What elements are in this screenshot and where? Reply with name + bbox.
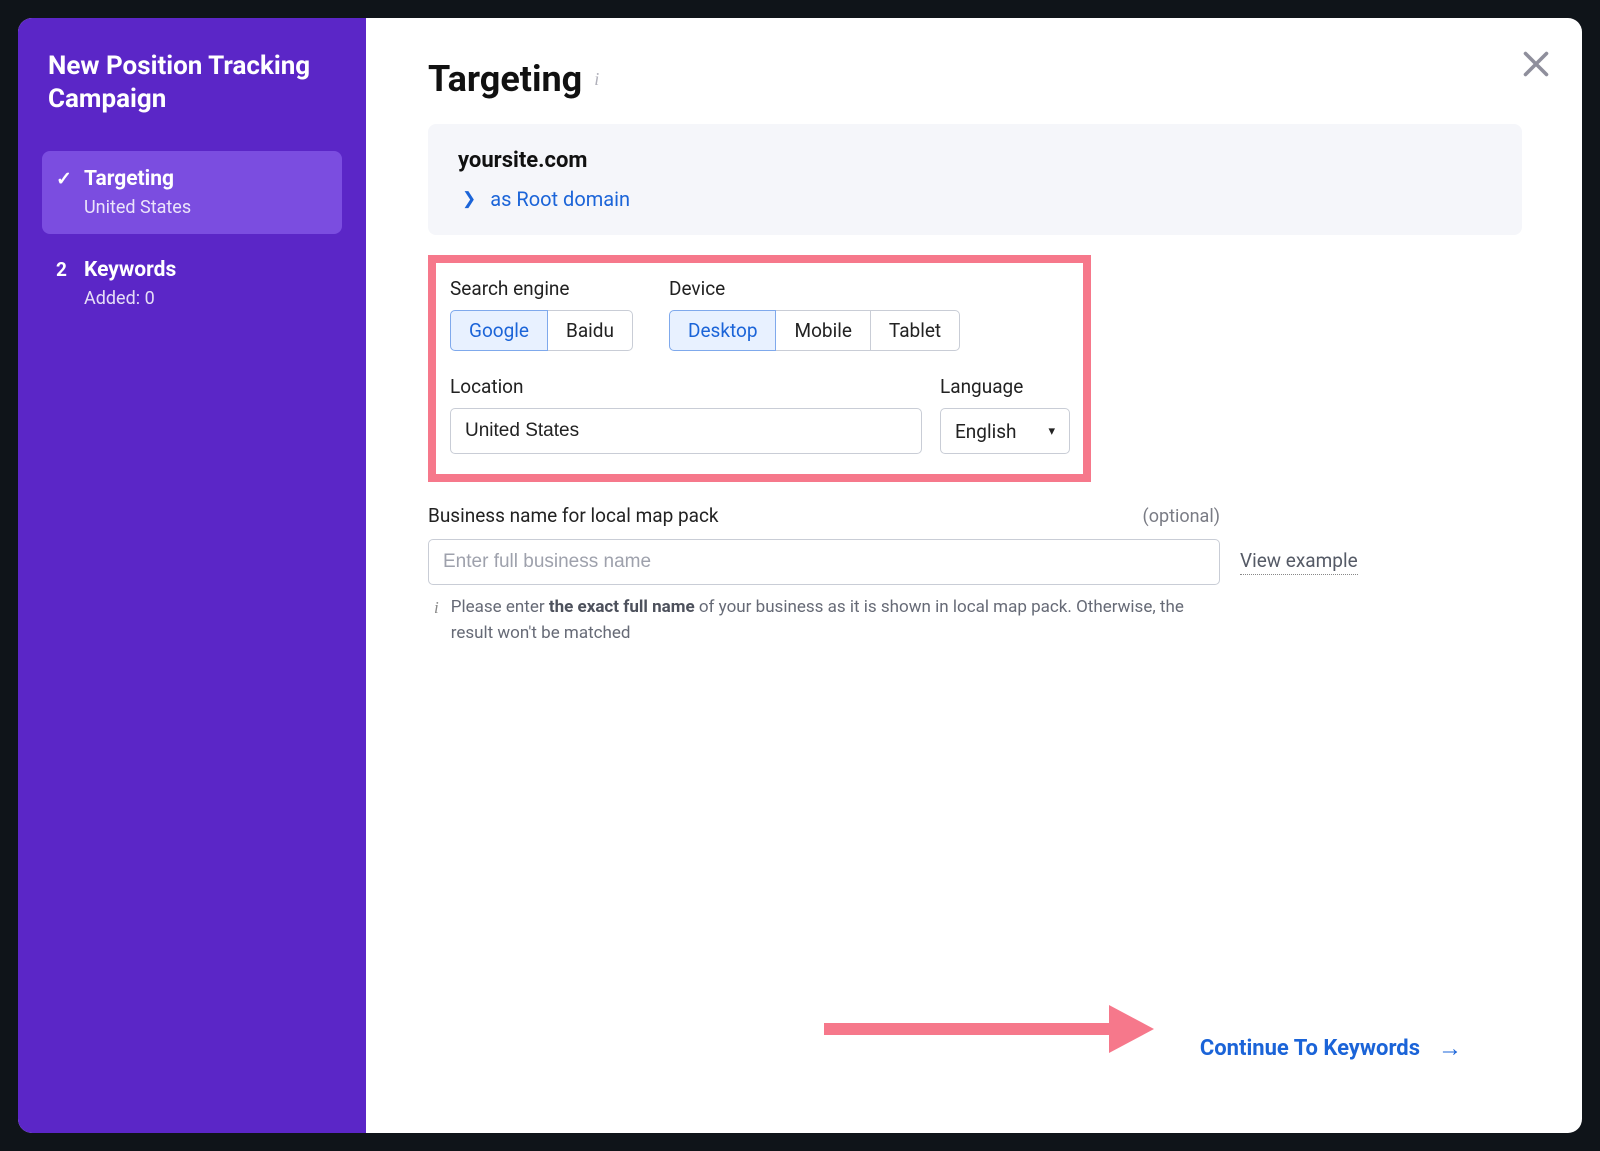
step-subtext: Added: 0	[84, 288, 328, 309]
continue-label: Continue To Keywords	[1200, 1036, 1420, 1061]
domain-scope-label: as Root domain	[490, 187, 630, 211]
search-engine-label: Search engine	[450, 277, 633, 300]
language-group: Language English ▾	[940, 375, 1070, 454]
help-text: Please enter the exact full name of your…	[451, 595, 1220, 646]
optional-label: (optional)	[1143, 506, 1220, 527]
sidebar: New Position Tracking Campaign ✓ Targeti…	[18, 18, 366, 1133]
device-tablet[interactable]: Tablet	[870, 310, 960, 351]
domain-name: yoursite.com	[458, 148, 1492, 173]
step-subtext: United States	[84, 197, 328, 218]
arrow-right-icon: →	[1438, 1034, 1462, 1063]
device-segmented: Desktop Mobile Tablet	[669, 310, 960, 351]
arrow-annotation-icon	[824, 1001, 1154, 1057]
search-engine-baidu[interactable]: Baidu	[547, 310, 633, 351]
close-button[interactable]	[1518, 46, 1554, 82]
business-name-help: i Please enter the exact full name of yo…	[428, 595, 1220, 646]
language-label: Language	[940, 375, 1070, 398]
sidebar-step-targeting[interactable]: ✓ Targeting United States	[42, 151, 342, 234]
info-icon: i	[434, 595, 439, 621]
sidebar-title: New Position Tracking Campaign	[42, 50, 342, 115]
search-engine-segmented: Google Baidu	[450, 310, 633, 351]
close-icon	[1518, 46, 1554, 82]
info-icon[interactable]: i	[594, 69, 599, 90]
campaign-modal: New Position Tracking Campaign ✓ Targeti…	[18, 18, 1582, 1133]
business-name-header: Business name for local map pack (option…	[428, 504, 1220, 527]
location-label: Location	[450, 375, 922, 398]
business-name-input-row: View example	[428, 539, 1522, 585]
chevron-right-icon: ❯	[462, 189, 476, 209]
location-group: Location	[450, 375, 922, 454]
device-group: Device Desktop Mobile Tablet	[669, 277, 960, 351]
location-input[interactable]	[450, 408, 922, 454]
device-desktop[interactable]: Desktop	[669, 310, 777, 351]
domain-card: yoursite.com ❯ as Root domain	[428, 124, 1522, 235]
sidebar-step-keywords[interactable]: 2 Keywords Added: 0	[42, 242, 342, 325]
check-icon: ✓	[56, 167, 84, 190]
page-title: Targeting	[428, 58, 582, 100]
step-label: Targeting	[84, 167, 328, 191]
footer: Continue To Keywords →	[428, 1034, 1522, 1093]
business-name-label: Business name for local map pack	[428, 504, 719, 527]
domain-scope-link[interactable]: ❯ as Root domain	[458, 187, 1492, 211]
highlight-annotation: Search engine Google Baidu Device Deskto…	[428, 255, 1091, 482]
main-panel: Targeting i yoursite.com ❯ as Root domai…	[366, 18, 1582, 1133]
step-label: Keywords	[84, 258, 328, 282]
business-name-input[interactable]	[428, 539, 1220, 585]
page-title-row: Targeting i	[428, 58, 1522, 100]
chevron-down-icon: ▾	[1048, 424, 1055, 439]
step-number: 2	[56, 258, 84, 281]
search-engine-google[interactable]: Google	[450, 310, 548, 351]
device-mobile[interactable]: Mobile	[775, 310, 870, 351]
view-example-link[interactable]: View example	[1240, 549, 1358, 575]
device-label: Device	[669, 277, 960, 300]
language-select[interactable]: English ▾	[940, 408, 1070, 454]
continue-button[interactable]: Continue To Keywords →	[1200, 1034, 1462, 1063]
language-value: English	[955, 420, 1016, 443]
search-engine-group: Search engine Google Baidu	[450, 277, 633, 351]
